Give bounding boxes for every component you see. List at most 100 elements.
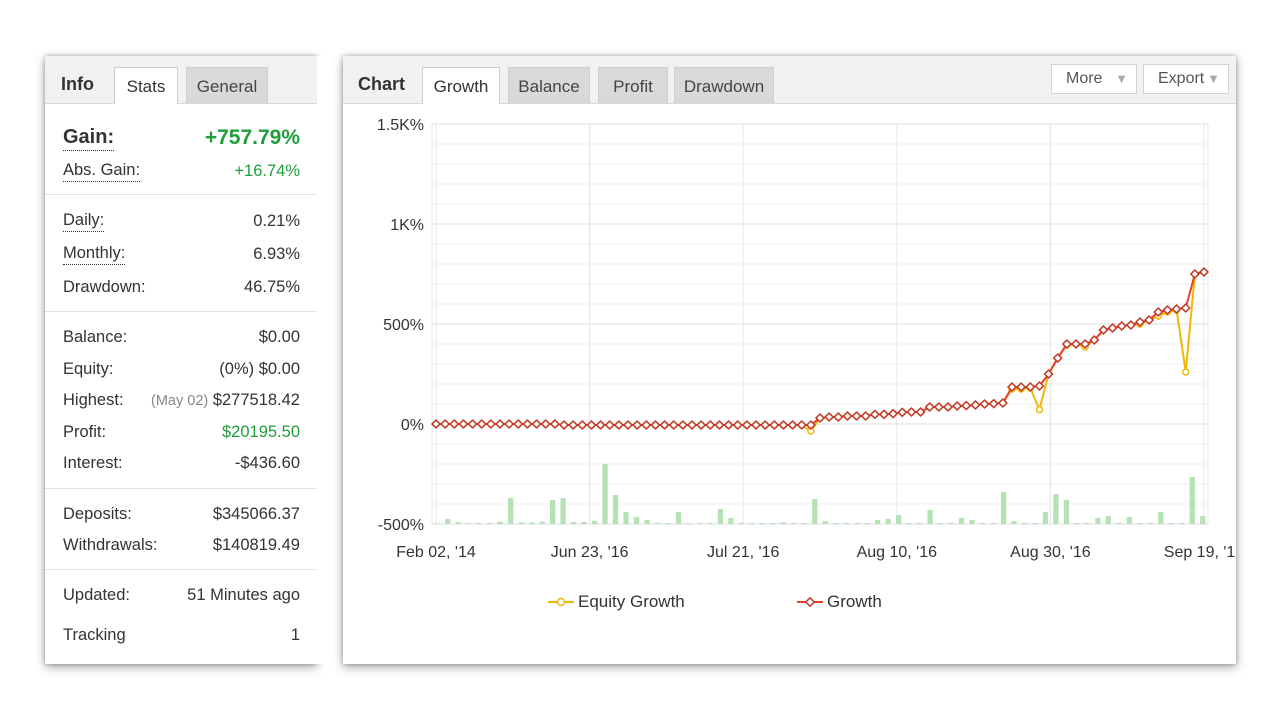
bar [1000, 492, 1007, 524]
bar [675, 512, 682, 524]
bar [906, 523, 912, 524]
gain-label: Gain: [63, 124, 115, 151]
highest-label: Highest: [63, 391, 124, 409]
x-tick-label: Jun 23, '16 [551, 544, 629, 561]
bar [654, 522, 661, 524]
bar [780, 522, 786, 524]
tab-balance[interactable]: Balance [508, 67, 590, 103]
daily-label: Daily: [63, 209, 105, 232]
tracking-label: Tracking [63, 626, 126, 644]
bar [896, 515, 902, 524]
info-tabbar: Info Stats General [45, 56, 317, 104]
balance-label: Balance: [63, 328, 128, 346]
bar [623, 512, 629, 524]
x-tick-label: Aug 10, '16 [857, 544, 938, 561]
bar [696, 523, 703, 524]
bar [476, 523, 482, 524]
tab-general[interactable]: General [186, 67, 268, 103]
bar [707, 523, 713, 524]
updated-label: Updated: [63, 586, 130, 604]
bar [1147, 523, 1153, 524]
bar [1042, 512, 1049, 524]
bar [979, 523, 986, 524]
tab-drawdown[interactable]: Drawdown [674, 67, 774, 103]
updated-value: 51 Minutes ago [187, 586, 300, 604]
panel-gap [317, 56, 343, 664]
highest-date: (May 02) [151, 393, 209, 409]
balance-row: Balance: $0.00 [63, 325, 300, 349]
x-tick-label: Jul 21, '16 [707, 544, 780, 561]
more-button[interactable]: More ▼ [1051, 64, 1137, 94]
bar [1168, 523, 1174, 524]
chart-tabbar: Chart Growth Balance Profit Drawdown Mor… [343, 56, 1236, 104]
drawdown-row: Drawdown: 46.75% [63, 275, 300, 299]
bar [549, 500, 556, 524]
equity-growth-point [1035, 405, 1044, 414]
divider [45, 569, 317, 570]
bar [791, 523, 797, 524]
deposits-label: Deposits: [63, 505, 132, 523]
bar [822, 521, 828, 524]
equity-growth-point [1181, 368, 1190, 376]
gain-value: +757.79% [204, 126, 300, 149]
bar [633, 517, 640, 524]
bar [801, 523, 807, 524]
interest-value: -$436.60 [234, 454, 300, 472]
bar [539, 521, 545, 524]
bar [508, 498, 514, 524]
growth-legend-icon [797, 596, 823, 608]
x-tick-label: Sep 19, '16 [1164, 544, 1236, 561]
bar [1053, 494, 1059, 524]
legend-label: Equity Growth [578, 592, 685, 611]
abs-gain-row: Abs. Gain: +16.74% [63, 159, 300, 183]
equity-legend-icon [548, 597, 574, 607]
y-tick-label: 500% [383, 317, 424, 334]
bar [455, 522, 461, 524]
bar [738, 523, 744, 524]
equity-label: Equity: [63, 360, 114, 378]
divider [45, 311, 317, 312]
bar [1200, 516, 1206, 524]
equity-row: Equity: (0%) $0.00 [63, 357, 300, 381]
bar [990, 523, 996, 524]
more-label: More [1066, 70, 1103, 87]
x-tick-label: Feb 02, '14 [396, 544, 476, 561]
bar [1074, 523, 1080, 524]
legend-label: Growth [827, 592, 882, 611]
interest-label: Interest: [63, 454, 123, 472]
tab-stats[interactable]: Stats [114, 67, 178, 104]
bar [644, 520, 650, 524]
bar [602, 464, 608, 524]
bar [1021, 523, 1028, 524]
monthly-row: Monthly: 6.93% [63, 242, 300, 266]
info-title: Info [61, 74, 94, 94]
interest-row: Interest: -$436.60 [63, 451, 300, 475]
bar [1179, 523, 1185, 524]
bar [581, 522, 587, 524]
bar [749, 523, 755, 524]
bar [885, 519, 891, 524]
bar [728, 518, 734, 524]
bar [1032, 523, 1038, 524]
updated-row: Updated: 51 Minutes ago [63, 583, 300, 607]
tab-profit[interactable]: Profit [598, 67, 668, 103]
bar [1105, 516, 1111, 524]
equity-value: (0%) $0.00 [219, 360, 300, 378]
withdrawals-value: $140819.49 [212, 536, 300, 554]
drawdown-value: 46.75% [244, 278, 300, 296]
divider [45, 488, 317, 489]
bar [1116, 523, 1122, 524]
bar [1137, 523, 1143, 524]
profit-label: Profit: [63, 423, 107, 441]
export-button[interactable]: Export ▼ [1143, 64, 1229, 94]
daily-row: Daily: 0.21% [63, 209, 300, 233]
chart-title: Chart [358, 74, 406, 94]
bar [927, 510, 933, 524]
chart-panel: Chart Growth Balance Profit Drawdown Mor… [343, 56, 1236, 664]
chevron-down-icon: ▼ [1115, 71, 1128, 86]
info-panel: Info Stats General Gain: +757.79% Abs. G… [45, 56, 317, 664]
bar [487, 523, 493, 524]
bar [969, 520, 975, 524]
bar [1011, 521, 1017, 524]
tab-growth[interactable]: Growth [422, 67, 500, 104]
